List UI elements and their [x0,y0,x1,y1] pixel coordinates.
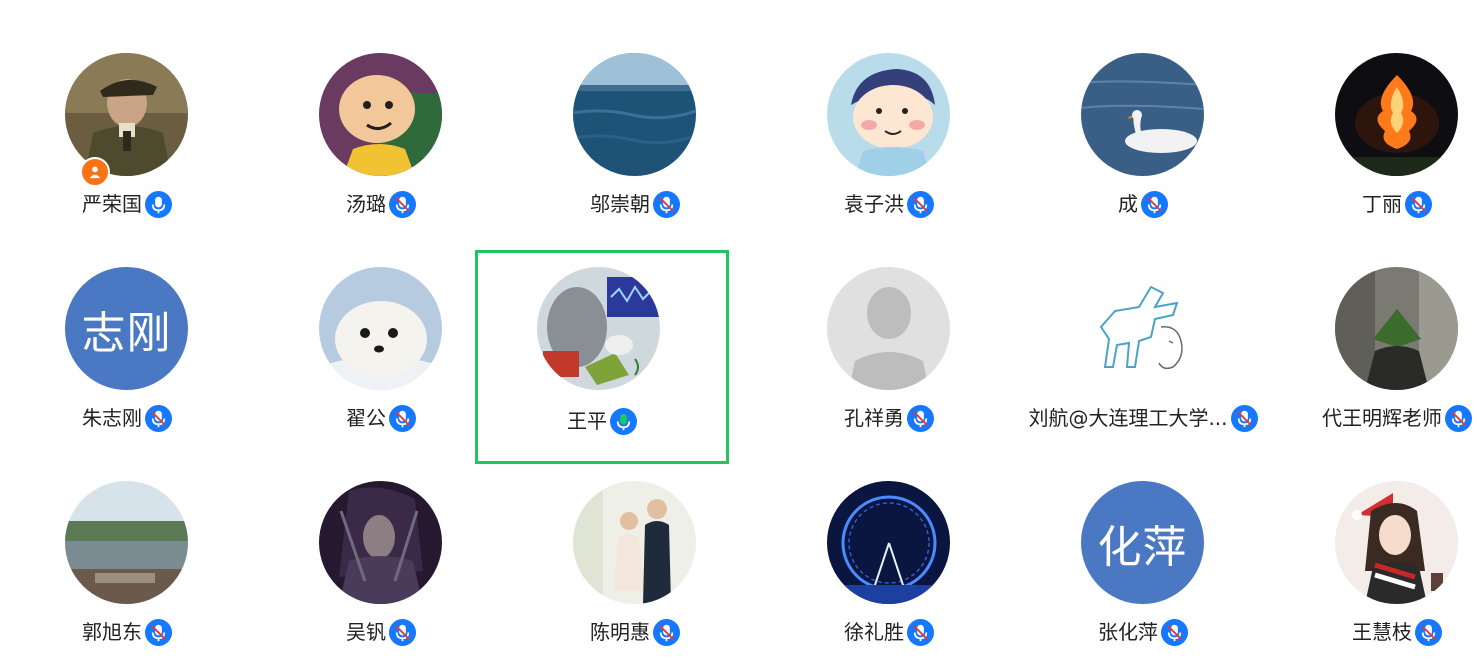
avatar-initials: 化萍 [1097,521,1188,573]
participant-tile[interactable]: 翟公 [254,214,508,432]
name-row: 邬崇朝 [508,189,762,219]
participant-name: 王慧枝 [1352,620,1412,644]
participant-tile[interactable]: 志刚 朱志刚 [0,214,254,432]
participant-tile[interactable]: 孔祥勇 [762,214,1016,432]
avatar: 志刚 [65,267,188,390]
participant-tile[interactable]: 徐礼胜 [762,428,1016,646]
name-row: 王慧枝 [1270,617,1477,647]
name-row: 张化萍 [1016,617,1270,647]
participant-tile[interactable]: 袁子洪 [762,0,1016,218]
avatar [65,481,188,604]
microphone-muted-icon[interactable] [907,618,934,646]
avatar [573,53,696,176]
avatar [827,53,950,176]
participant-tile[interactable]: 郭旭东 [0,428,254,646]
participant-grid: 严荣国 汤璐 邬崇朝 袁子洪 成 丁丽 志刚 朱志刚 翟公 王平 孔祥勇 刘航@… [0,0,1477,663]
name-row: 徐礼胜 [762,617,1016,647]
participant-name: 张化萍 [1098,620,1158,644]
name-row: 陈明惠 [508,617,762,647]
participant-name: 徐礼胜 [844,620,904,644]
participant-tile[interactable]: 刘航@大连理工大学... [1016,214,1270,432]
avatar [1335,481,1458,604]
avatar [537,267,660,390]
person-icon [89,166,101,179]
avatar [827,481,950,604]
avatar: 化萍 [1081,481,1204,604]
microphone-muted-icon[interactable] [653,618,680,646]
participant-name: 邬崇朝 [590,192,650,216]
microphone-muted-icon[interactable] [1161,618,1188,646]
participant-tile[interactable]: 化萍 张化萍 [1016,428,1270,646]
participant-tile[interactable]: 丁丽 [1270,0,1477,218]
participant-tile[interactable]: 邬崇朝 [508,0,762,218]
microphone-muted-icon[interactable] [653,190,680,218]
participant-tile[interactable]: 吴钒 [254,428,508,646]
participant-name: 吴钒 [346,620,386,644]
avatar [1081,53,1204,176]
participant-tile[interactable]: 汤璐 [254,0,508,218]
avatar [1335,267,1458,390]
participant-tile[interactable]: 严荣国 [0,0,254,218]
avatar [827,267,950,390]
avatar [65,53,188,176]
participant-tile[interactable]: 陈明惠 [508,428,762,646]
name-row: 郭旭东 [0,617,254,647]
microphone-muted-icon[interactable] [389,618,416,646]
microphone-muted-icon[interactable] [1415,618,1442,646]
avatar [319,481,442,604]
participant-tile[interactable]: 代王明辉老师 [1270,214,1477,432]
participant-tile[interactable]: 王慧枝 [1270,428,1477,646]
avatar-initials: 志刚 [81,307,172,359]
participant-name: 陈明惠 [590,620,650,644]
participant-tile[interactable]: 成 [1016,0,1270,218]
microphone-muted-icon[interactable] [145,618,172,646]
avatar [1335,53,1458,176]
host-badge [80,157,110,187]
avatar [573,481,696,604]
name-row: 吴钒 [254,617,508,647]
avatar [1081,267,1204,390]
participant-name: 郭旭东 [82,620,142,644]
avatar [319,267,442,390]
avatar [319,53,442,176]
